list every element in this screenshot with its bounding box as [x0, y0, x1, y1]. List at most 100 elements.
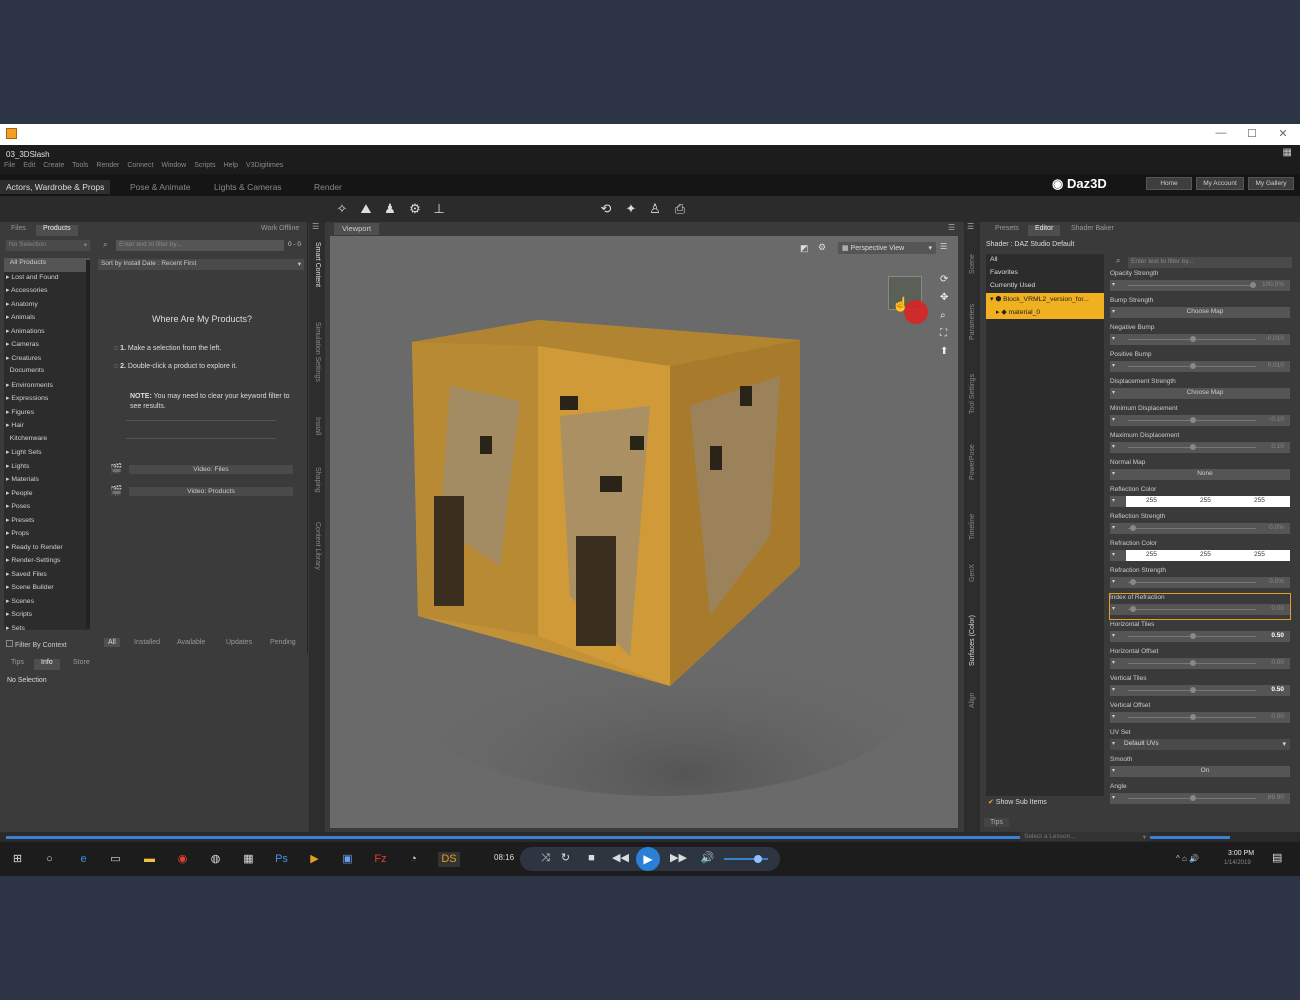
- category-item[interactable]: ▸ Expressions: [4, 393, 90, 407]
- cortana-icon[interactable]: ○: [42, 852, 57, 867]
- property-dropdown[interactable]: ▾ Default UVs ▾: [1110, 739, 1290, 750]
- work-offline-button[interactable]: Work Offline: [254, 225, 306, 236]
- color-values[interactable]: 255 255 255: [1126, 496, 1290, 507]
- render-library-icon[interactable]: ♙: [647, 201, 663, 216]
- tree-item-object[interactable]: ▾ ⬢ Block_VRML2_version_for...: [986, 293, 1104, 306]
- tab-pending[interactable]: Pending: [266, 638, 300, 647]
- tab-updates[interactable]: Updates: [222, 638, 256, 647]
- menu-connect[interactable]: Connect: [127, 162, 153, 169]
- my-account-button[interactable]: My Account: [1196, 177, 1244, 190]
- category-item[interactable]: ▸ Ready to Render: [4, 542, 90, 556]
- property-slider[interactable]: ▾ 0.50: [1110, 685, 1290, 696]
- zoom-icon[interactable]: ⌕: [940, 310, 946, 321]
- vtab-scene[interactable]: Scene: [969, 254, 976, 274]
- property-menu-icon[interactable]: ▾: [1112, 659, 1115, 666]
- property-value[interactable]: -0.010: [1266, 335, 1284, 342]
- property-value[interactable]: 0.0%: [1269, 578, 1284, 585]
- app-icon[interactable]: ◍: [208, 852, 223, 867]
- tab-shader-baker[interactable]: Shader Baker: [1064, 225, 1121, 236]
- tab-presets[interactable]: Presets: [988, 225, 1026, 236]
- stop-icon[interactable]: ■: [584, 851, 599, 866]
- category-item[interactable]: ▸ Poses: [4, 501, 90, 515]
- property-map-picker[interactable]: ▾ None: [1110, 469, 1290, 480]
- category-item[interactable]: ▸ Scripts: [4, 609, 90, 623]
- property-value[interactable]: None: [1124, 470, 1286, 477]
- show-sub-items-checkbox[interactable]: ✔ Show Sub Items: [988, 798, 1047, 806]
- pan-icon[interactable]: ✥: [940, 292, 948, 303]
- play-button[interactable]: ▶: [636, 847, 660, 871]
- photoshop-icon[interactable]: Ps: [274, 852, 289, 867]
- category-item[interactable]: Kitchenware: [4, 434, 90, 448]
- category-item[interactable]: ▸ Hair: [4, 420, 90, 434]
- property-value[interactable]: -0.10: [1269, 416, 1284, 423]
- property-menu-icon[interactable]: ▾: [1112, 470, 1115, 477]
- slider-knob[interactable]: [1130, 579, 1136, 585]
- menu-edit[interactable]: Edit: [23, 162, 35, 169]
- category-item[interactable]: ▸ Animals: [4, 312, 90, 326]
- tab-editor[interactable]: Editor: [1028, 225, 1061, 236]
- slider-track[interactable]: [1128, 609, 1256, 610]
- property-value[interactable]: 100.0%: [1262, 281, 1284, 288]
- menu-v3digitimes[interactable]: V3Digitimes: [246, 162, 283, 169]
- slider-track[interactable]: [1128, 285, 1256, 286]
- property-menu-icon[interactable]: ▾: [1112, 794, 1115, 801]
- color-channel-value[interactable]: 255: [1146, 551, 1157, 558]
- property-menu-icon[interactable]: ▾: [1112, 578, 1115, 585]
- property-slider[interactable]: ▾ 0.0%: [1110, 577, 1290, 588]
- volume-slider[interactable]: [724, 855, 768, 863]
- vtab-shaping[interactable]: Shaping: [314, 467, 321, 493]
- rewind-icon[interactable]: ◀◀: [612, 851, 629, 866]
- property-value[interactable]: Choose Map: [1124, 308, 1286, 315]
- property-value[interactable]: On: [1124, 767, 1286, 774]
- vtab-simulation-settings[interactable]: Simulation Settings: [314, 322, 321, 382]
- selection-dropdown[interactable]: No Selection ▾: [6, 240, 90, 251]
- property-color-field[interactable]: ▾ 255 255 255: [1110, 496, 1290, 507]
- property-menu-icon[interactable]: ▾: [1112, 524, 1115, 531]
- property-menu-icon[interactable]: ▾: [1112, 551, 1115, 558]
- menu-file[interactable]: File: [4, 162, 15, 169]
- category-item[interactable]: ▸ Saved Files: [4, 569, 90, 583]
- slider-knob[interactable]: [1190, 660, 1196, 666]
- property-value[interactable]: 0.10: [1271, 443, 1284, 450]
- property-menu-icon[interactable]: ▾: [1112, 686, 1115, 693]
- daz-studio-taskbar-icon[interactable]: DS: [438, 852, 460, 867]
- vtab-powerpose[interactable]: PowerPose: [969, 444, 976, 480]
- property-menu-icon[interactable]: ▾: [1112, 605, 1115, 612]
- slider-knob[interactable]: [1190, 687, 1196, 693]
- slider-knob[interactable]: [1190, 336, 1196, 342]
- category-item[interactable]: ▸ Lost and Found: [4, 272, 90, 286]
- color-channel-value[interactable]: 255: [1254, 551, 1265, 558]
- property-menu-icon[interactable]: ▾: [1112, 308, 1115, 315]
- tab-info[interactable]: Info: [34, 659, 60, 670]
- tree-item-favorites[interactable]: Favorites: [986, 267, 1104, 280]
- property-menu-icon[interactable]: ▾: [1112, 443, 1115, 450]
- property-menu-icon[interactable]: ▾: [1112, 632, 1115, 639]
- property-map-picker[interactable]: ▾ Choose Map: [1110, 307, 1290, 318]
- property-slider[interactable]: ▾ 100.0%: [1110, 280, 1290, 291]
- tab-tips[interactable]: Tips: [984, 818, 1009, 827]
- tab-products[interactable]: Products: [36, 225, 78, 236]
- tab-render[interactable]: Render: [308, 180, 348, 194]
- pane-menu-icon[interactable]: ☰: [312, 222, 319, 231]
- reset-view-icon[interactable]: ⬆: [940, 346, 948, 357]
- category-item[interactable]: ▸ Scenes: [4, 596, 90, 610]
- property-slider[interactable]: ▾ 0.010: [1110, 361, 1290, 372]
- node-selection-tool-icon[interactable]: ✧: [334, 201, 350, 216]
- minimize-button[interactable]: —: [1214, 127, 1228, 139]
- tab-available[interactable]: Available: [173, 638, 209, 647]
- category-item[interactable]: ▸ Props: [4, 528, 90, 542]
- terminal-icon[interactable]: ▭: [108, 852, 123, 867]
- tab-store[interactable]: Store: [66, 659, 97, 670]
- property-value[interactable]: 0.010: [1268, 362, 1284, 369]
- vtab-smart-content[interactable]: Smart Content: [314, 242, 321, 287]
- filter-by-context-checkbox[interactable]: Filter By Context: [6, 640, 67, 649]
- filezilla-icon[interactable]: Fz: [373, 852, 388, 867]
- slider-knob[interactable]: [1190, 795, 1196, 801]
- property-slider[interactable]: ▾ -0.10: [1110, 415, 1290, 426]
- property-value[interactable]: 0.50: [1271, 686, 1284, 693]
- color-channel-value[interactable]: 255: [1200, 497, 1211, 504]
- layout-grid-icon[interactable]: ▦: [1283, 147, 1292, 158]
- viewport[interactable]: ◩ ⚙ ▦ Perspective View ▾ ☰ ☝ ⟳ ✥ ⌕ ⛶ ⬆: [330, 236, 958, 828]
- color-channel-value[interactable]: 255: [1200, 551, 1211, 558]
- sort-dropdown[interactable]: Sort by Install Date : Recent First ▾: [98, 259, 304, 270]
